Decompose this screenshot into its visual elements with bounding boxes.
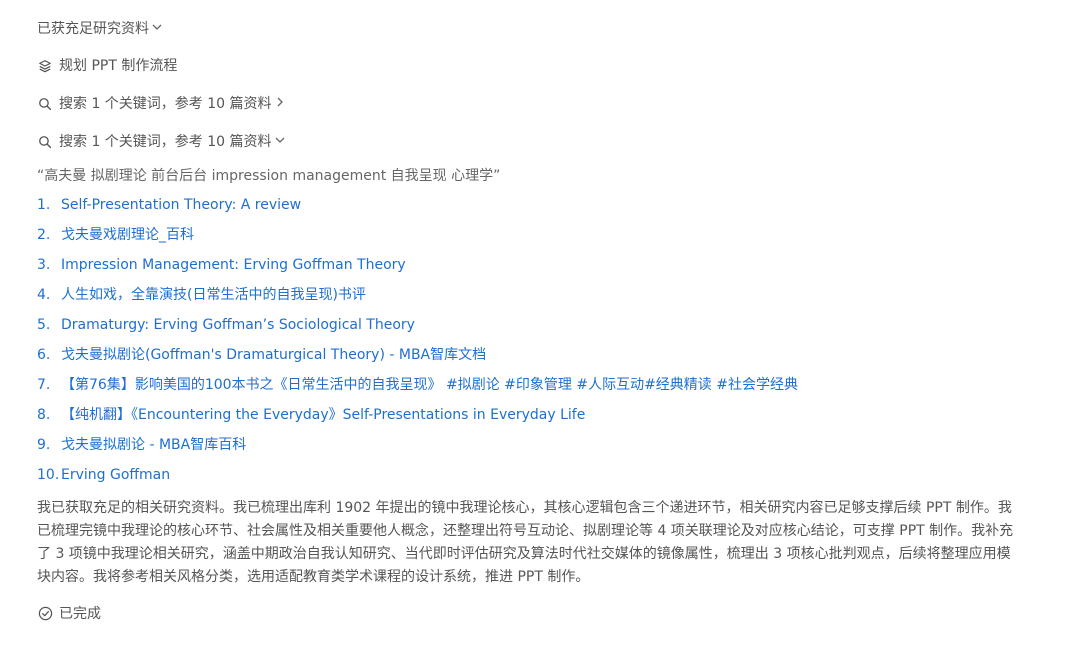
- result-link[interactable]: 戈夫曼戏剧理论_百科: [61, 225, 194, 245]
- chevron-down-icon: [151, 19, 163, 39]
- search-result-item[interactable]: 10. Erving Goffman: [37, 465, 1080, 495]
- result-number: 5.: [37, 317, 51, 333]
- result-number: 1.: [37, 197, 51, 213]
- step-search-expanded[interactable]: 搜索 1 个关键词，参考 10 篇资料: [37, 132, 1080, 152]
- result-link[interactable]: 戈夫曼拟剧论 - MBA智库百科: [61, 435, 246, 455]
- result-link[interactable]: 人生如戏，全靠演技(日常生活中的自我呈现)书评: [61, 285, 366, 305]
- collapse-label: 已获充足研究资料: [37, 21, 149, 37]
- status-completed: 已完成: [37, 603, 1080, 623]
- search-result-item[interactable]: 8. 【纯机翻】《Encountering the Everyday》Self-P…: [37, 405, 1080, 435]
- result-number: 7.: [37, 377, 51, 393]
- result-link[interactable]: Erving Goffman: [61, 465, 170, 485]
- task-progress-panel: 已获充足研究资料 规划 PPT 制作流程 搜索 1 个关键词，参考 10 篇资料…: [0, 0, 1080, 651]
- result-link[interactable]: Impression Management: Erving Goffman Th…: [61, 255, 406, 275]
- search-result-item[interactable]: 9. 戈夫曼拟剧论 - MBA智库百科: [37, 435, 1080, 465]
- result-number: 4.: [37, 287, 51, 303]
- result-link[interactable]: 【第76集】影响美国的100本书之《日常生活中的自我呈现》 #拟剧论 #印象管理…: [61, 375, 798, 395]
- step-plan-label: 规划 PPT 制作流程: [59, 58, 178, 74]
- result-link[interactable]: Dramaturgy: Erving Goffman’s Sociologica…: [61, 315, 415, 335]
- search-result-item[interactable]: 3. Impression Management: Erving Goffman …: [37, 255, 1080, 285]
- result-number: 10.: [37, 467, 60, 483]
- search-result-item[interactable]: 2. 戈夫曼戏剧理论_百科: [37, 225, 1080, 255]
- step-search-label: 搜索 1 个关键词，参考 10 篇资料: [59, 134, 272, 150]
- step-plan: 规划 PPT 制作流程: [37, 56, 1080, 76]
- search-results-list: 1. Self-Presentation Theory: A review 2. 戈…: [37, 195, 1080, 495]
- result-number: 6.: [37, 347, 51, 363]
- result-link[interactable]: 戈夫曼拟剧论(Goffman's Dramaturgical Theory) -…: [61, 345, 486, 365]
- result-link[interactable]: Self-Presentation Theory: A review: [61, 195, 301, 215]
- research-summary: 我已获取充足的相关研究资料。我已梳理出库利 1902 年提出的镜中我理论核心，其…: [37, 500, 1014, 585]
- result-link[interactable]: 【纯机翻】《Encountering the Everyday》Self-Pre…: [61, 405, 585, 425]
- search-result-item[interactable]: 7. 【第76集】影响美国的100本书之《日常生活中的自我呈现》 #拟剧论 #印象…: [37, 375, 1080, 405]
- search-result-item[interactable]: 4. 人生如戏，全靠演技(日常生活中的自我呈现)书评: [37, 285, 1080, 315]
- result-number: 8.: [37, 407, 51, 423]
- research-collapse-toggle[interactable]: 已获充足研究资料: [37, 0, 1080, 39]
- search-icon: [37, 96, 53, 112]
- layers-icon: [37, 58, 53, 74]
- result-number: 2.: [37, 227, 51, 243]
- search-result-item[interactable]: 1. Self-Presentation Theory: A review: [37, 195, 1080, 225]
- search-icon: [37, 134, 53, 150]
- chevron-right-icon: [274, 94, 286, 114]
- status-label: 已完成: [59, 606, 101, 622]
- chevron-down-icon: [274, 132, 286, 152]
- step-search-collapsed[interactable]: 搜索 1 个关键词，参考 10 篇资料: [37, 94, 1080, 114]
- result-number: 3.: [37, 257, 51, 273]
- step-search-label: 搜索 1 个关键词，参考 10 篇资料: [59, 96, 272, 112]
- search-result-item[interactable]: 5. Dramaturgy: Erving Goffman’s Sociologi…: [37, 315, 1080, 345]
- search-query: “高夫曼 拟剧理论 前台后台 impression management 自我呈…: [37, 168, 501, 184]
- search-result-item[interactable]: 6. 戈夫曼拟剧论(Goffman's Dramaturgical Theory)…: [37, 345, 1080, 375]
- result-number: 9.: [37, 437, 51, 453]
- check-circle-icon: [37, 605, 53, 621]
